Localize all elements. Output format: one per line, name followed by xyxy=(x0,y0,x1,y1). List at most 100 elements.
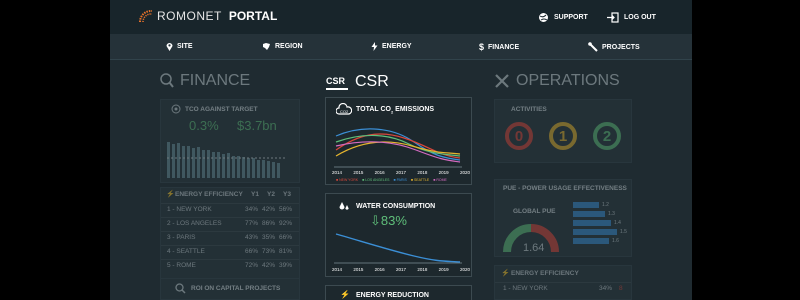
wrench-icon xyxy=(588,42,598,52)
row-name: 2 - LOS ANGELES xyxy=(167,220,222,227)
tick-label: 2020 xyxy=(459,170,470,175)
row-y3: 56% xyxy=(279,206,293,213)
location-pin-icon xyxy=(166,43,173,51)
tco-label: TCO AGAINST TARGET xyxy=(185,106,258,113)
table-row[interactable]: 1 - NEW YORK 34% 42% 56% xyxy=(161,203,299,214)
nav-energy[interactable]: ENERGY xyxy=(371,42,412,51)
pue-bar-label: 1.4 xyxy=(614,220,621,226)
pue-bar: 1.6 xyxy=(573,238,627,244)
nav-site[interactable]: SITE xyxy=(166,42,193,51)
support-link[interactable]: SUPPORT xyxy=(538,12,588,23)
logout-link[interactable]: LOG OUT xyxy=(607,12,656,23)
pue-bar-label: 1.2 xyxy=(602,202,609,208)
brand-name: ROMONET xyxy=(157,9,222,23)
money-search-icon xyxy=(160,73,174,88)
legend-label: NEW YORK xyxy=(339,178,359,182)
water-label: WATER CONSUMPTION xyxy=(356,203,436,210)
lightning-icon xyxy=(371,42,378,51)
row-y3: 66% xyxy=(279,234,293,241)
app-screen: ROMONET PORTAL SUPPORT LOG OUT SITE REGI… xyxy=(110,0,692,300)
table-row[interactable]: 1 - NEW YORK 34% 8 xyxy=(495,282,631,293)
nav-region-label: REGION xyxy=(275,43,303,50)
activities-panel[interactable]: ACTIVITIES 0 1 2 xyxy=(494,99,632,163)
global-pue-label: GLOBAL PUE xyxy=(513,208,556,215)
tick-label: 2015 xyxy=(353,267,364,272)
tick-label: 2016 xyxy=(374,267,385,272)
tco-bar-chart xyxy=(167,142,287,178)
activity-ring-yellow[interactable]: 1 xyxy=(549,122,577,150)
nav-energy-label: ENERGY xyxy=(382,43,412,50)
table-row[interactable]: 2 - LOS ANGELES 77% 86% 92% xyxy=(161,217,299,228)
tco-value: $3.7bn xyxy=(237,118,277,133)
csr-section: CSR CSR CO2 TOTAL CO2 EMISSIONS 2014 201… xyxy=(320,61,480,300)
nav-finance[interactable]: $ FINANCE xyxy=(479,42,519,52)
pue-bar-label: 1.3 xyxy=(608,211,615,217)
co2-card[interactable]: CO2 TOTAL CO2 EMISSIONS 2014 2015 2016 2… xyxy=(325,97,472,185)
legend-rome: ■ ROME xyxy=(433,178,447,182)
water-value: ⇩83% xyxy=(370,213,407,229)
table-row[interactable]: 4 - SEATTLE 66% 73% 81% xyxy=(161,245,299,256)
row-name: 3 - PARIS xyxy=(167,234,196,241)
nav-region[interactable]: REGION xyxy=(262,42,303,51)
col-y3: Y3 xyxy=(283,191,291,198)
tco-percent: 0.3% xyxy=(189,118,219,133)
top-bar: ROMONET PORTAL SUPPORT LOG OUT xyxy=(110,0,692,34)
legend-la: ■ LOS ANGELES xyxy=(362,178,390,182)
pue-label: PUE - POWER USAGE EFFECTIVENESS xyxy=(503,185,627,192)
operations-section: OPERATIONS ACTIVITIES 0 1 2 PUE - POWER … xyxy=(490,61,692,300)
roi-panel[interactable]: ROI ON CAPITAL PROJECTS xyxy=(160,278,300,300)
water-drop-icon xyxy=(339,202,349,210)
co2-label-post: EMISSIONS xyxy=(393,106,435,113)
region-icon xyxy=(263,43,270,50)
operations-title: OPERATIONS xyxy=(494,72,620,90)
nav-site-label: SITE xyxy=(177,43,193,50)
nav-projects[interactable]: PROJECTS xyxy=(588,42,640,52)
energy-reduction-card[interactable]: ⚡ ENERGY REDUCTION xyxy=(325,285,472,300)
main-nav: SITE REGION ENERGY $ FINANCE PROJECTS xyxy=(110,34,692,60)
legend-paris: ■ PARIS xyxy=(393,178,407,182)
pue-bar: 1.2 xyxy=(573,202,627,208)
col-y1: Y1 xyxy=(251,191,259,198)
row-value: 34% xyxy=(599,285,613,292)
tick-label: 2018 xyxy=(417,170,428,175)
csr-logo-icon: CSR xyxy=(326,74,348,90)
activity-ring-green[interactable]: 2 xyxy=(593,122,621,150)
nav-projects-label: PROJECTS xyxy=(602,43,640,51)
row-name: 1 - NEW YORK xyxy=(167,206,212,213)
row-y2: 35% xyxy=(262,234,276,241)
water-line-chart xyxy=(334,233,462,264)
csr-title: CSR CSR xyxy=(326,73,389,91)
tco-panel[interactable]: TCO AGAINST TARGET 0.3% $3.7bn xyxy=(160,99,300,183)
co2-line-chart xyxy=(334,128,462,168)
table-row[interactable]: 5 - ROME 72% 42% 39% xyxy=(161,259,299,270)
finance-title-text: FINANCE xyxy=(180,72,251,89)
table-row[interactable]: 3 - PARIS 43% 35% 66% xyxy=(161,231,299,242)
finance-efficiency-label: ENERGY EFFICIENCY xyxy=(175,191,243,198)
row-name: 1 - NEW YORK xyxy=(503,285,548,292)
support-label: SUPPORT xyxy=(554,14,588,21)
cloud-co2-icon: CO2 xyxy=(336,103,352,115)
water-card[interactable]: WATER CONSUMPTION ⇩83% 2014 2015 2016 20… xyxy=(325,193,472,277)
activity-count: 2 xyxy=(602,127,612,145)
ops-efficiency-panel[interactable]: ⚡ ENERGY EFFICIENCY 1 - NEW YORK 34% 8 xyxy=(494,265,632,300)
pue-panel[interactable]: PUE - POWER USAGE EFFECTIVENESS GLOBAL P… xyxy=(494,179,632,257)
brand-logo[interactable]: ROMONET PORTAL xyxy=(138,9,277,23)
pue-bar: 1.4 xyxy=(573,220,627,226)
global-pue-value: 1.64 xyxy=(523,242,545,254)
lightning-icon: ⚡ xyxy=(501,270,510,277)
finance-efficiency-panel[interactable]: ENERGY EFFICIENCY Y1 Y2 Y3 ⚡ 1 - NEW YOR… xyxy=(160,187,300,281)
tick-label: 2014 xyxy=(332,170,343,175)
tick-label: 2019 xyxy=(438,170,449,175)
svg-text:CO2: CO2 xyxy=(340,109,349,114)
target-icon xyxy=(171,104,181,114)
csr-title-text: CSR xyxy=(355,73,389,90)
legend-seattle: ■ SEATTLE xyxy=(410,178,430,182)
activity-ring-red[interactable]: 0 xyxy=(505,122,533,150)
energy-reduction-label: ENERGY REDUCTION xyxy=(356,292,429,299)
tick-label: 2019 xyxy=(438,267,449,272)
row-count: 8 xyxy=(619,285,623,292)
finance-section: FINANCE TCO AGAINST TARGET 0.3% $3.7bn E… xyxy=(110,61,310,300)
row-y3: 92% xyxy=(279,220,293,227)
lightning-icon: ⚡ xyxy=(340,290,350,299)
water-value-text: 83% xyxy=(380,213,407,228)
